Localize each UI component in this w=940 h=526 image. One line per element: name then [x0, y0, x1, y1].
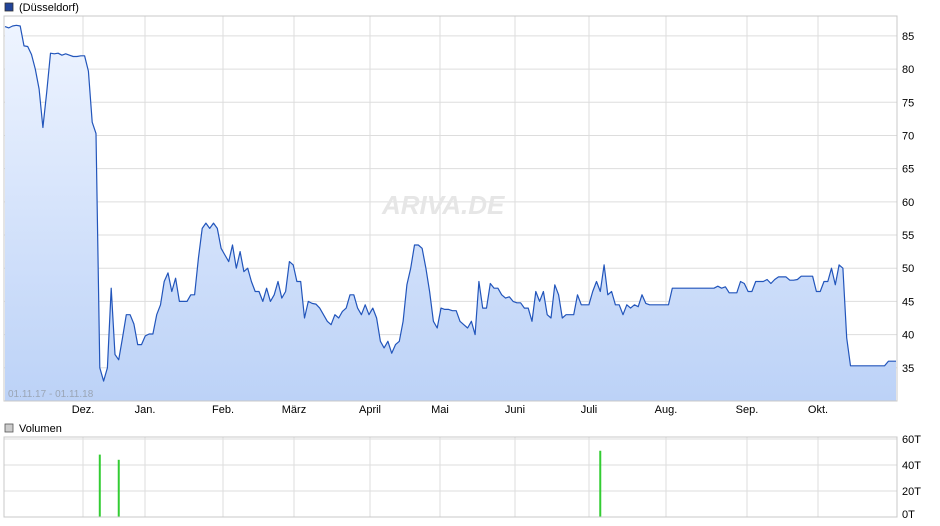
price-y-tick-label: 35 [902, 363, 914, 375]
price-y-axis: 35 40 45 50 55 60 65 70 75 80 85 [902, 31, 914, 375]
legend-volume-label: Volumen [19, 423, 62, 435]
price-y-tick-label: 45 [902, 296, 914, 308]
watermark: ARIVA.DE [381, 190, 505, 220]
x-tick-label: Dez. [72, 404, 95, 416]
legend-volume-swatch [4, 423, 14, 433]
price-y-tick-label: 70 [902, 130, 914, 142]
x-tick-label: Okt. [808, 404, 828, 416]
legend-price-label: (Düsseldorf) [19, 2, 79, 14]
legend-price-swatch [4, 2, 14, 12]
x-tick-label: Juli [581, 404, 598, 416]
x-tick-label: Mai [431, 404, 449, 416]
chart-canvas: (Düsseldorf) ARIVA.DE 01.11.17 - 01.11.1… [3, 2, 921, 521]
x-tick-label: Juni [505, 404, 525, 416]
volume-panel-frame [3, 436, 898, 518]
price-y-tick-label: 75 [902, 97, 914, 109]
price-y-tick-label: 80 [902, 64, 914, 76]
volume-y-tick-label: 0T [902, 509, 915, 521]
date-range-label: 01.11.17 - 01.11.18 [8, 389, 94, 400]
x-tick-label: März [282, 404, 306, 416]
price-y-tick-label: 60 [902, 197, 914, 209]
x-tick-label: Jan. [135, 404, 156, 416]
price-y-tick-label: 65 [902, 164, 914, 176]
x-axis: Dez. Jan. Feb. März April Mai Juni Juli Aug. Sep.… [72, 404, 828, 416]
volume-bars [98, 450, 602, 517]
volume-gridlines [4, 437, 897, 517]
x-tick-label: April [359, 404, 381, 416]
volume-y-tick-label: 60T [902, 434, 921, 446]
price-y-tick-label: 85 [902, 31, 914, 43]
x-tick-label: Feb. [212, 404, 234, 416]
price-y-tick-label: 55 [902, 230, 914, 242]
volume-y-tick-label: 40T [902, 460, 921, 472]
volume-y-tick-label: 20T [902, 486, 921, 498]
volume-y-axis: 0T 20T 40T 60T [902, 434, 921, 521]
x-tick-label: Aug. [655, 404, 678, 416]
price-y-tick-label: 40 [902, 330, 914, 342]
x-tick-label: Sep. [736, 404, 759, 416]
price-y-tick-label: 50 [902, 263, 914, 275]
